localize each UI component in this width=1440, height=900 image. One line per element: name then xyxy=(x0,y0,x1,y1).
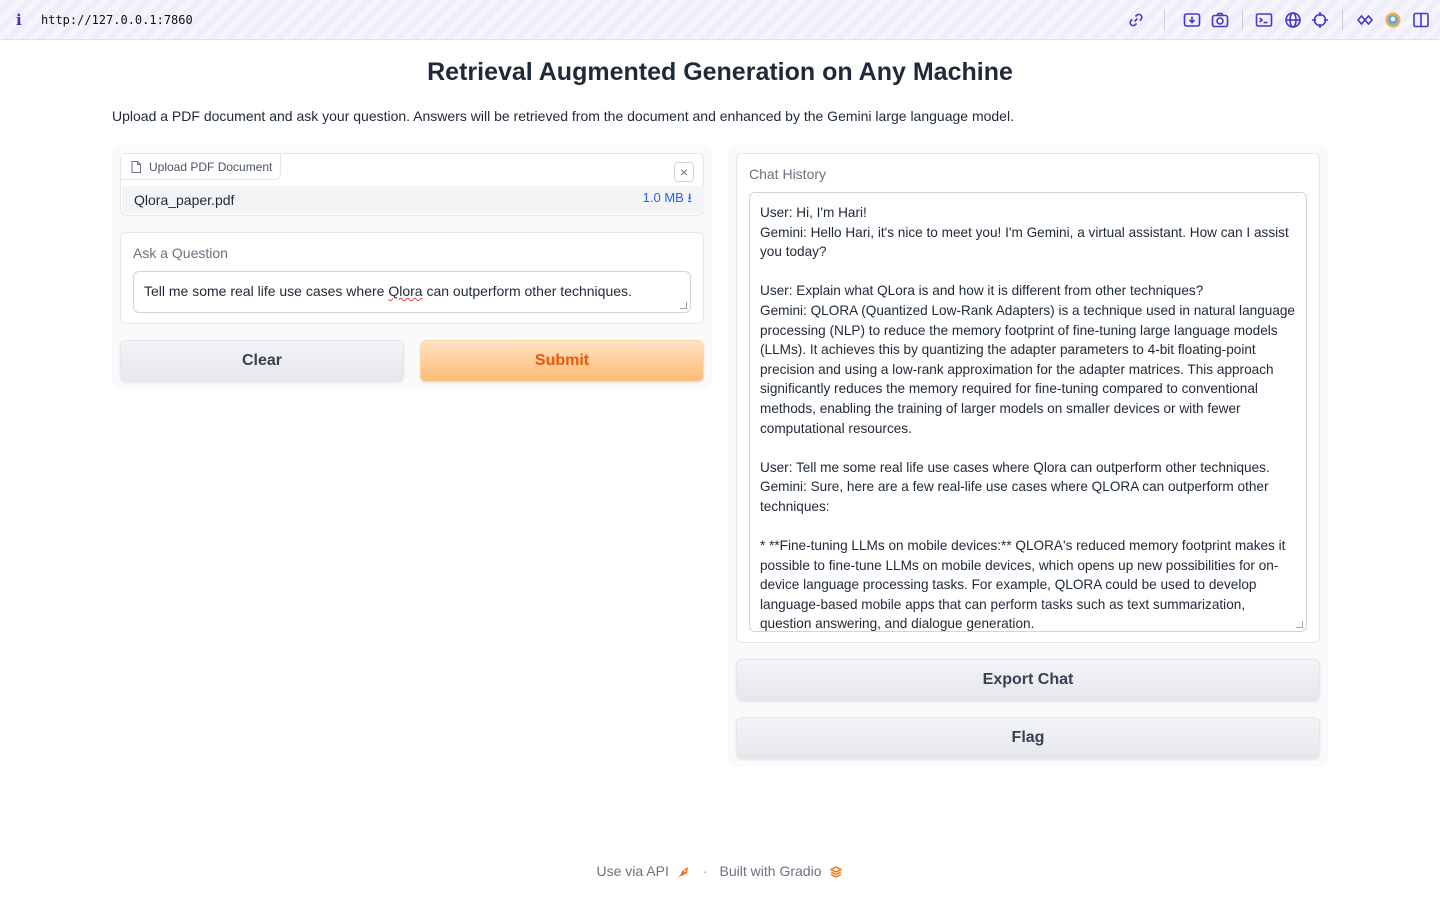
link-icon[interactable] xyxy=(1126,10,1146,30)
upload-label-text: Upload PDF Document xyxy=(149,159,273,174)
question-label: Ask a Question xyxy=(133,245,228,261)
chat-line: User: Hi, I'm Hari! xyxy=(760,205,867,220)
resize-handle[interactable] xyxy=(1296,621,1303,628)
chat-history-block: Chat History User: Hi, I'm Hari! Gemini:… xyxy=(736,153,1320,643)
close-icon[interactable]: × xyxy=(674,162,694,182)
page-title: Retrieval Augmented Generation on Any Ma… xyxy=(427,58,1013,86)
input-panel: Upload PDF Document × Qlora_paper.pdf 1.… xyxy=(112,145,712,389)
chat-history-textarea[interactable]: User: Hi, I'm Hari! Gemini: Hello Hari, … xyxy=(749,192,1307,632)
use-via-api-link[interactable]: Use via API xyxy=(597,863,669,879)
camera-icon[interactable] xyxy=(1210,10,1230,30)
chat-line: User: Explain what QLora is and how it i… xyxy=(760,283,1204,299)
resize-handle[interactable] xyxy=(680,302,687,309)
pdf-upload[interactable]: Upload PDF Document × Qlora_paper.pdf 1.… xyxy=(120,153,704,216)
clear-button[interactable]: Clear xyxy=(120,340,404,382)
uploaded-file-row: Qlora_paper.pdf 1.0 MB ⭳ xyxy=(122,186,704,214)
built-with-gradio-link[interactable]: Built with Gradio xyxy=(720,863,822,879)
file-name: Qlora_paper.pdf xyxy=(134,192,235,208)
file-download-link[interactable]: 1.0 MB ⭳ xyxy=(643,189,692,211)
browser-toolbar: i http://127.0.0.1:7860 xyxy=(0,0,1440,40)
export-chat-button[interactable]: Export Chat xyxy=(736,659,1320,701)
terminal-icon[interactable] xyxy=(1254,10,1274,30)
download-icon[interactable] xyxy=(1182,10,1202,30)
footer: Use via API · Built with Gradio xyxy=(0,863,1440,879)
chat-line-blank xyxy=(760,517,1296,537)
chat-history-label: Chat History xyxy=(749,166,827,182)
crosshair-icon[interactable] xyxy=(1310,10,1330,30)
question-input[interactable]: Tell me some real life use cases where Q… xyxy=(133,271,691,313)
toolbar-divider xyxy=(1164,10,1165,30)
gradio-logo-icon xyxy=(829,863,844,879)
page-description: Upload a PDF document and ask your quest… xyxy=(112,108,1014,124)
info-icon[interactable]: i xyxy=(16,11,28,29)
file-icon xyxy=(131,160,141,173)
globe-icon[interactable] xyxy=(1283,10,1303,30)
chat-line: * **Fine-tuning LLMs on mobile devices:*… xyxy=(760,538,1290,632)
sidebar-icon[interactable] xyxy=(1411,10,1431,30)
toolbar-divider xyxy=(1242,10,1243,30)
question-text: Tell me some real life use cases where xyxy=(144,283,389,299)
submit-button[interactable]: Submit xyxy=(420,340,704,382)
chat-line: Gemini: QLORA (Quantized Low-Rank Adapte… xyxy=(760,302,1299,436)
extensions-icon[interactable] xyxy=(1355,10,1375,30)
spellcheck-word: Qlora xyxy=(388,283,423,299)
rocket-icon xyxy=(677,863,691,879)
output-panel: Chat History User: Hi, I'm Hari! Gemini:… xyxy=(728,145,1328,766)
flag-button[interactable]: Flag xyxy=(736,717,1320,759)
question-text-end: can outperform other techniques. xyxy=(422,283,632,299)
chat-line-blank xyxy=(760,438,1296,458)
profile-icon[interactable] xyxy=(1383,10,1403,30)
address-bar[interactable]: http://127.0.0.1:7860 xyxy=(41,13,193,27)
chat-line: Gemini: Hello Hari, it's nice to meet yo… xyxy=(760,224,1293,260)
toolbar-divider xyxy=(1342,10,1343,30)
chat-line-blank xyxy=(760,262,1296,282)
footer-separator: · xyxy=(702,863,708,880)
chat-line: User: Tell me some real life use cases w… xyxy=(760,459,1270,475)
upload-label: Upload PDF Document xyxy=(121,154,282,180)
question-block: Ask a Question Tell me some real life us… xyxy=(120,232,704,324)
chat-line: Gemini: Sure, here are a few real-life u… xyxy=(760,479,1273,514)
